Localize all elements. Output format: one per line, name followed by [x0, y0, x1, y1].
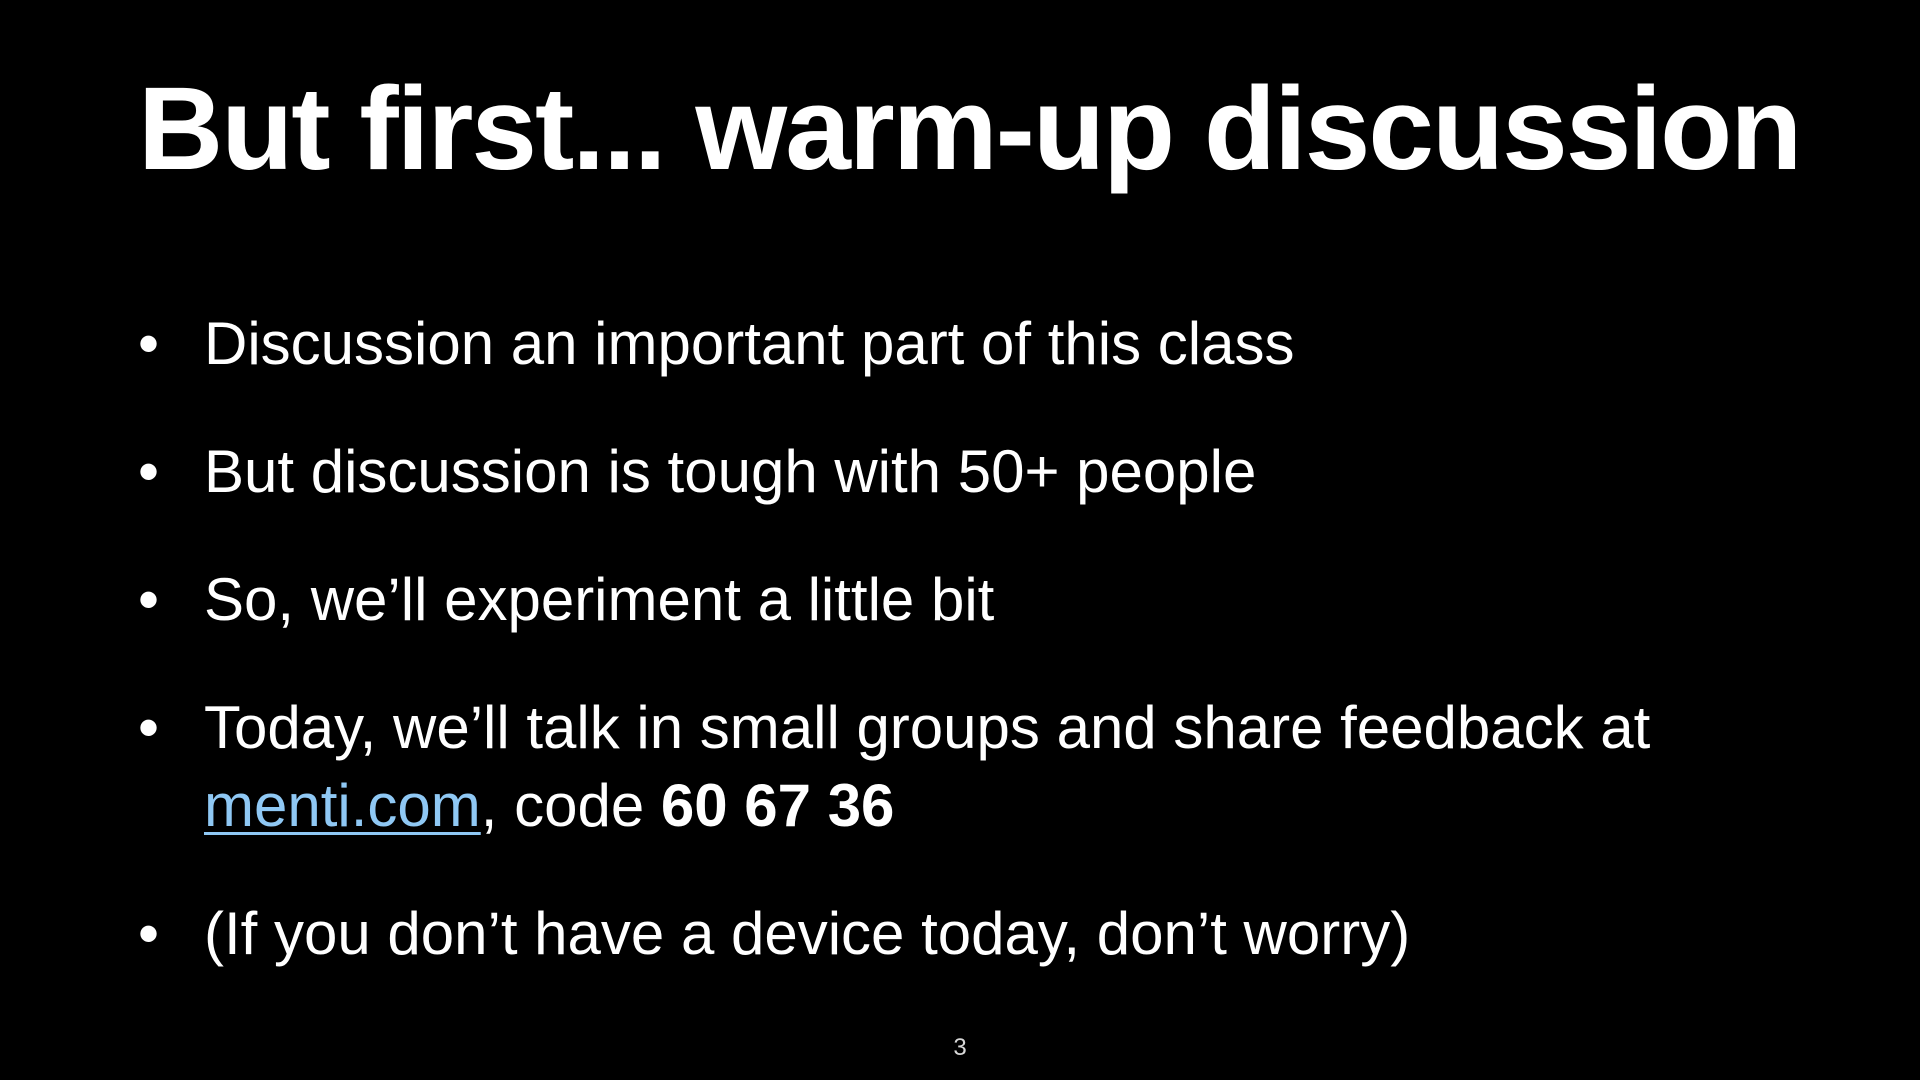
bullet-item-device-note: • (If you don’t have a device today, don… [138, 895, 1838, 973]
bullet-text-middle: , code [480, 772, 661, 839]
bullet-text: But discussion is tough with 50+ people [204, 438, 1257, 505]
bullet-text: Discussion an important part of this cla… [204, 310, 1295, 377]
bullet-point-icon: • [138, 438, 160, 505]
bullet-text: So, we’ll experiment a little bit [204, 566, 995, 633]
bullet-point-icon: • [138, 310, 160, 377]
presentation-slide: But first... warm-up discussion • Discus… [0, 0, 1920, 1080]
page-number: 3 [953, 1034, 967, 1061]
bullet-item-feedback-instructions: • Today, we’ll talk in small groups and … [138, 689, 1838, 845]
bullet-text-line-1: Today, we’ll talk in small groups and sh… [204, 694, 1651, 761]
bullet-text: (If you don’t have a device today, don’t… [204, 900, 1411, 967]
slide-title: But first... warm-up discussion [138, 63, 1802, 195]
bullet-list: • Discussion an important part of this c… [138, 305, 1838, 1023]
menti-link[interactable]: menti.com [204, 772, 481, 839]
bullet-point-icon: • [138, 694, 160, 761]
bullet-point-icon: • [138, 566, 160, 633]
menti-code: 60 67 36 [660, 772, 895, 839]
bullet-item-group-size: • But discussion is tough with 50+ peopl… [138, 433, 1838, 511]
bullet-item-experiment: • So, we’ll experiment a little bit [138, 561, 1838, 639]
bullet-point-icon: • [138, 900, 160, 967]
bullet-item-discussion-importance: • Discussion an important part of this c… [138, 305, 1838, 383]
